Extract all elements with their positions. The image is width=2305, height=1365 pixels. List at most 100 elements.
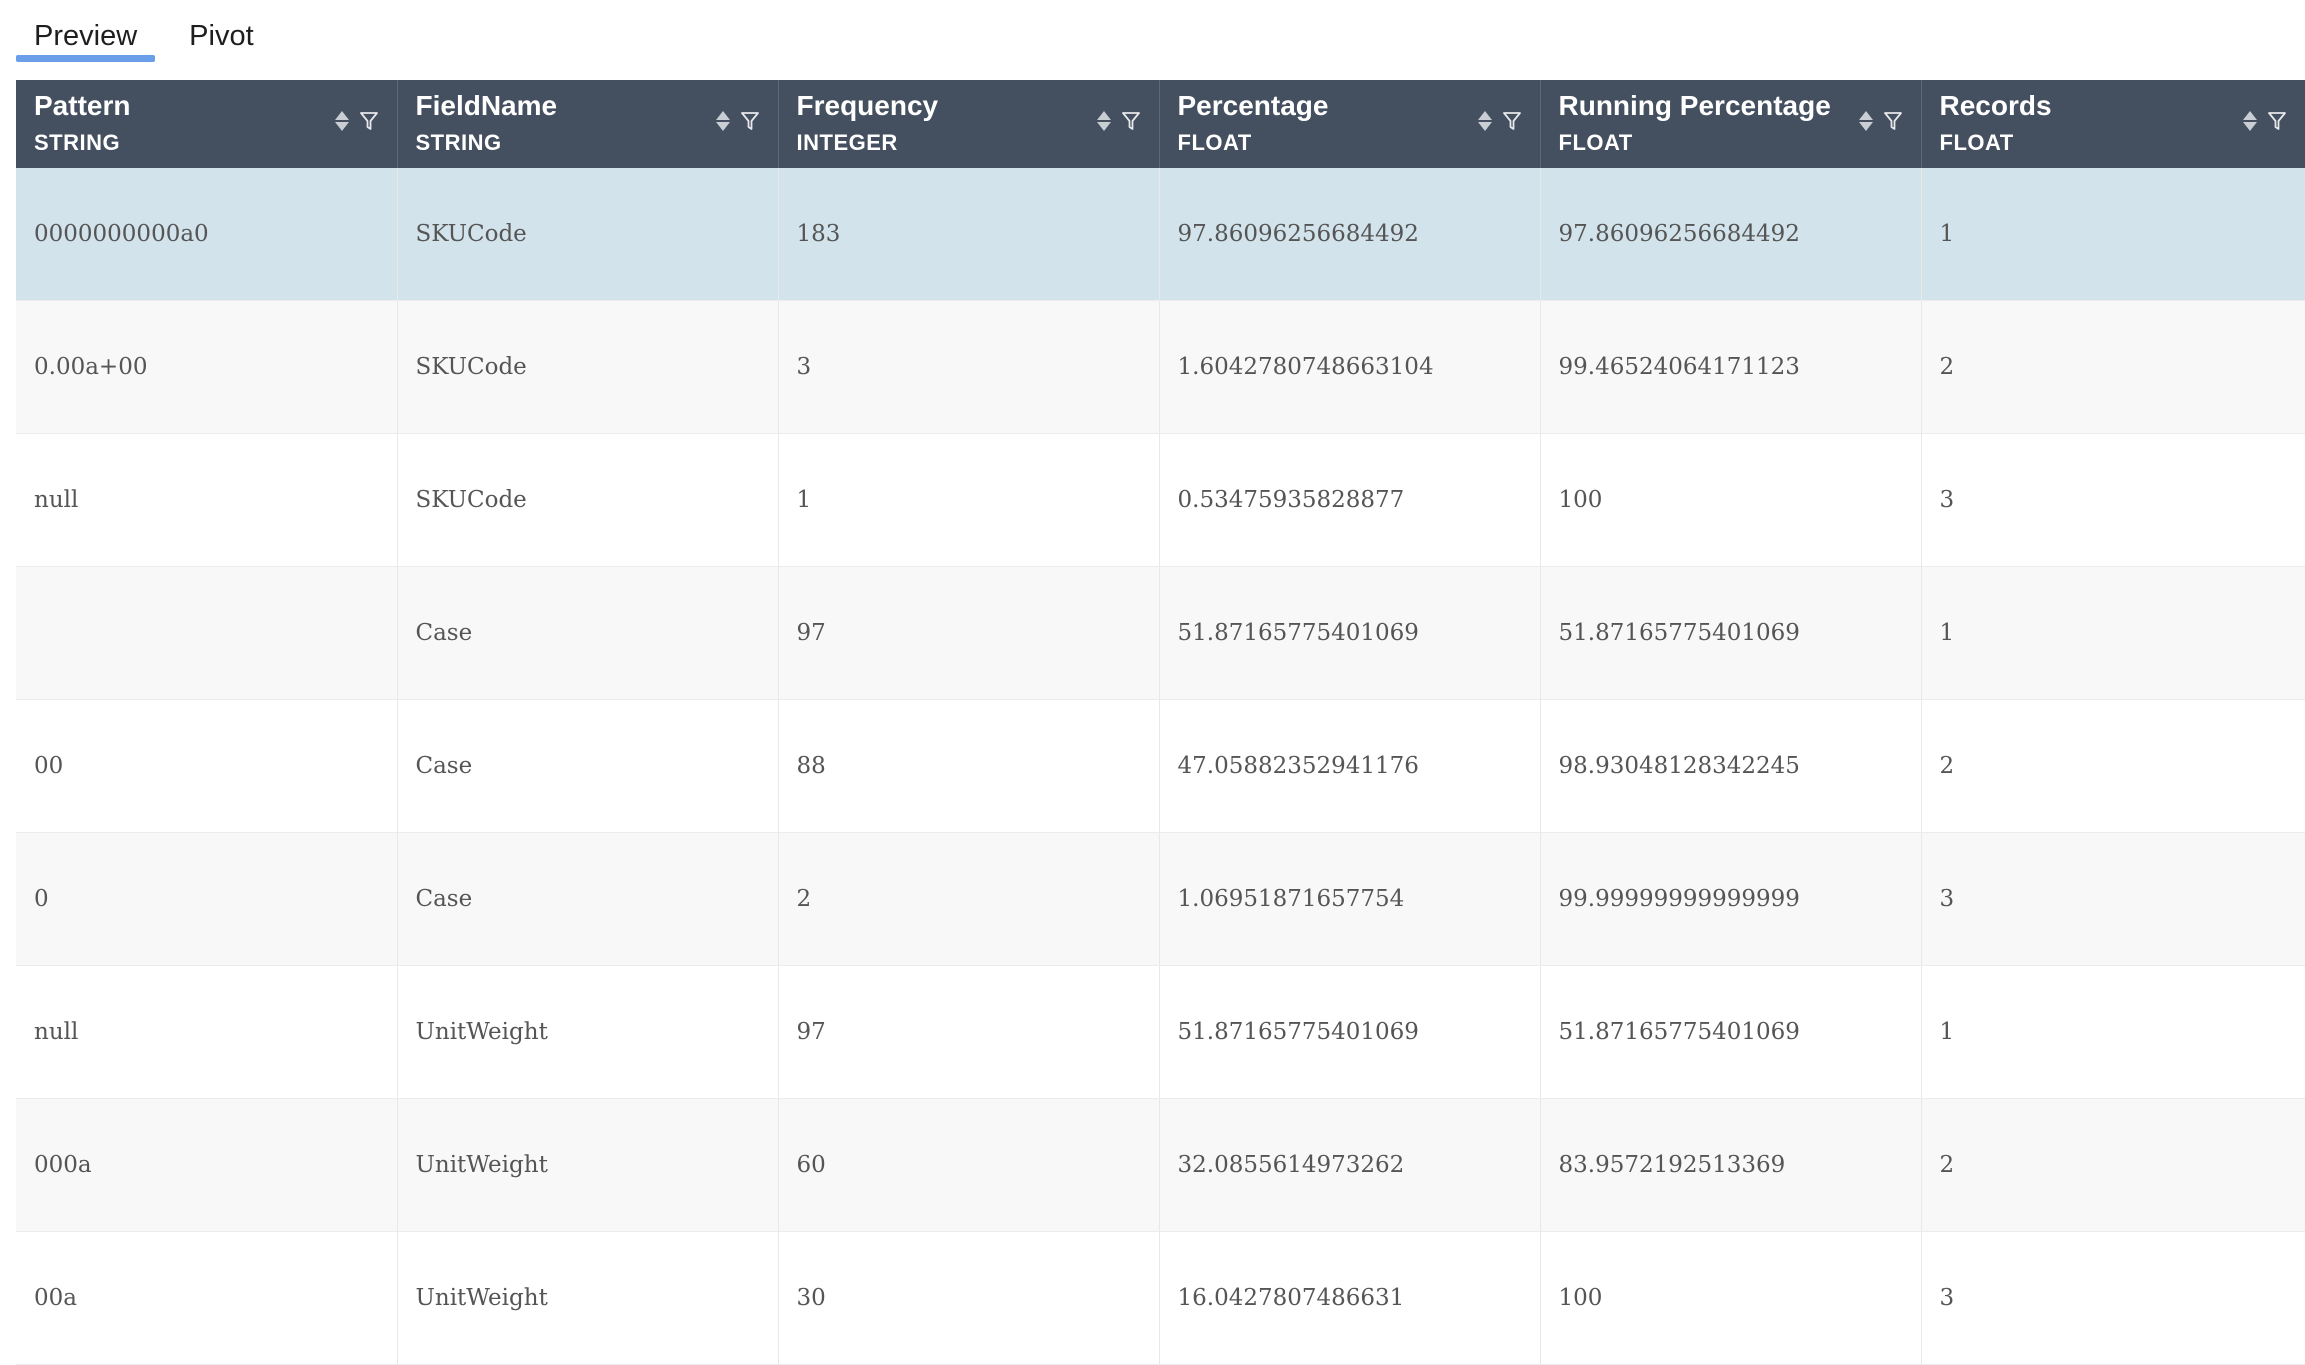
sort-icon[interactable] [715, 111, 730, 131]
cell-pattern[interactable]: 0000000000a0 [16, 168, 398, 301]
cell-fieldname[interactable]: SKUCode [397, 300, 779, 434]
cell-records[interactable]: 3 [1921, 832, 2305, 966]
cell-frequency[interactable]: 1 [778, 433, 1160, 567]
column-header-icons [1858, 110, 1903, 132]
cell-pattern[interactable]: null [16, 433, 398, 567]
cell-pattern[interactable]: 0 [16, 832, 398, 966]
column-header-content: Running Percentage ... FLOAT [1541, 80, 1921, 168]
cell-frequency[interactable]: 2 [778, 832, 1160, 966]
cell-running-percentage[interactable]: 99.46524064171123 [1540, 300, 1922, 434]
cell-percentage[interactable]: 51.87165775401069 [1159, 965, 1541, 1099]
table-row[interactable]: 000a UnitWeight 60 32.0855614973262 83.95721… [16, 1098, 2305, 1232]
cell-pattern[interactable]: 00a [16, 1231, 398, 1365]
tab-preview[interactable]: Preview [16, 0, 156, 62]
table-row[interactable]: 0.00a+00 SKUCode 3 1.6042780748663104 99.465… [16, 300, 2305, 434]
cell-records[interactable]: 1 [1921, 965, 2305, 1099]
filter-icon[interactable] [1502, 110, 1522, 132]
column-header-frequency[interactable]: Frequency INTEGER [778, 80, 1160, 168]
cell-fieldname[interactable]: Case [397, 832, 779, 966]
cell-running-percentage[interactable]: 100 [1540, 433, 1922, 567]
cell-percentage[interactable]: 0.53475935828877 [1159, 433, 1541, 567]
filter-icon[interactable] [740, 110, 760, 132]
cell-records[interactable]: 1 [1921, 566, 2305, 700]
cell-fieldname[interactable]: UnitWeight [397, 965, 779, 1099]
column-header-content: Frequency INTEGER [779, 80, 1159, 168]
table-row[interactable]: 00a UnitWeight 30 16.0427807486631 100 3 [16, 1231, 2305, 1365]
table-row[interactable]: null SKUCode 1 0.53475935828877 100 3 [16, 433, 2305, 567]
cell-frequency[interactable]: 183 [778, 168, 1160, 301]
column-header-running-percentage[interactable]: Running Percentage ... FLOAT [1540, 80, 1922, 168]
table-row[interactable]: null UnitWeight 97 51.87165775401069 51.8716… [16, 965, 2305, 1099]
cell-frequency[interactable]: 97 [778, 965, 1160, 1099]
cell-running-percentage[interactable]: 83.9572192513369 [1540, 1098, 1922, 1232]
cell-frequency[interactable]: 60 [778, 1098, 1160, 1232]
cell-records[interactable]: 3 [1921, 1231, 2305, 1365]
cell-pattern[interactable]: 000a [16, 1098, 398, 1232]
filter-icon[interactable] [1883, 110, 1903, 132]
cell-frequency[interactable]: 30 [778, 1231, 1160, 1365]
cell-records[interactable]: 1 [1921, 168, 2305, 301]
cell-percentage[interactable]: 1.06951871657754 [1159, 832, 1541, 966]
cell-percentage[interactable]: 97.86096256684492 [1159, 168, 1541, 301]
cell-fieldname[interactable]: UnitWeight [397, 1098, 779, 1232]
cell-records[interactable]: 3 [1921, 433, 2305, 567]
column-header-content: Percentage FLOAT [1160, 80, 1540, 168]
cell-fieldname[interactable]: UnitWeight [397, 1231, 779, 1365]
cell-running-percentage[interactable]: 98.93048128342245 [1540, 699, 1922, 833]
sort-icon[interactable] [1858, 111, 1873, 131]
sort-icon[interactable] [2242, 111, 2257, 131]
cell-pattern[interactable] [16, 566, 398, 700]
cell-frequency[interactable]: 97 [778, 566, 1160, 700]
cell-fieldname[interactable]: SKUCode [397, 433, 779, 567]
cell-fieldname[interactable]: SKUCode [397, 168, 779, 301]
column-name: Frequency [796, 90, 939, 121]
column-header-content: Pattern STRING [16, 80, 397, 168]
table-row[interactable]: 0000000000a0 SKUCode 183 97.86096256684492 9… [16, 168, 2305, 301]
cell-records[interactable]: 2 [1921, 300, 2305, 434]
filter-icon[interactable] [1121, 110, 1141, 132]
column-header-pattern[interactable]: Pattern STRING [16, 80, 398, 168]
table-row[interactable]: Case 97 51.87165775401069 51.87165775401069… [16, 566, 2305, 700]
column-header-records[interactable]: Records FLOAT [1921, 80, 2305, 168]
column-header-icons [2242, 110, 2287, 132]
cell-percentage[interactable]: 51.87165775401069 [1159, 566, 1541, 700]
cell-running-percentage[interactable]: 100 [1540, 1231, 1922, 1365]
cell-percentage[interactable]: 47.05882352941176 [1159, 699, 1541, 833]
cell-running-percentage[interactable]: 51.87165775401069 [1540, 566, 1922, 700]
column-header-icons [334, 110, 379, 132]
column-header-fieldname[interactable]: FieldName STRING [397, 80, 779, 168]
cell-percentage[interactable]: 1.6042780748663104 [1159, 300, 1541, 434]
sort-icon[interactable] [1477, 111, 1492, 131]
column-header-percentage[interactable]: Percentage FLOAT [1159, 80, 1541, 168]
column-name: Running Percentage ... [1558, 90, 1831, 121]
cell-records[interactable]: 2 [1921, 699, 2305, 833]
column-header-icons [1477, 110, 1522, 132]
cell-fieldname[interactable]: Case [397, 566, 779, 700]
cell-percentage[interactable]: 16.0427807486631 [1159, 1231, 1541, 1365]
cell-pattern[interactable]: 00 [16, 699, 398, 833]
column-type: STRING [415, 130, 502, 155]
filter-icon[interactable] [2267, 110, 2287, 132]
cell-frequency[interactable]: 88 [778, 699, 1160, 833]
tab-pivot[interactable]: Pivot [171, 0, 271, 62]
sort-icon[interactable] [1096, 111, 1111, 131]
grid-body: 0000000000a0 SKUCode 183 97.86096256684492 9… [16, 168, 2305, 1365]
cell-percentage[interactable]: 32.0855614973262 [1159, 1098, 1541, 1232]
column-name: Records [1939, 90, 2052, 121]
cell-records[interactable]: 2 [1921, 1098, 2305, 1232]
cell-running-percentage[interactable]: 51.87165775401069 [1540, 965, 1922, 1099]
sort-icon[interactable] [334, 111, 349, 131]
filter-icon[interactable] [359, 110, 379, 132]
cell-running-percentage[interactable]: 97.86096256684492 [1540, 168, 1922, 301]
column-name: Percentage [1177, 90, 1329, 121]
table-row[interactable]: 00 Case 88 47.05882352941176 98.930481283422… [16, 699, 2305, 833]
cell-pattern[interactable]: 0.00a+00 [16, 300, 398, 434]
column-type: FLOAT [1939, 130, 2014, 155]
table-row[interactable]: 0 Case 2 1.06951871657754 99.99999999999999 3 [16, 832, 2305, 966]
column-name: FieldName [415, 90, 558, 121]
cell-running-percentage[interactable]: 99.99999999999999 [1540, 832, 1922, 966]
cell-fieldname[interactable]: Case [397, 699, 779, 833]
cell-frequency[interactable]: 3 [778, 300, 1160, 434]
cell-pattern[interactable]: null [16, 965, 398, 1099]
column-type: FLOAT [1177, 130, 1252, 155]
